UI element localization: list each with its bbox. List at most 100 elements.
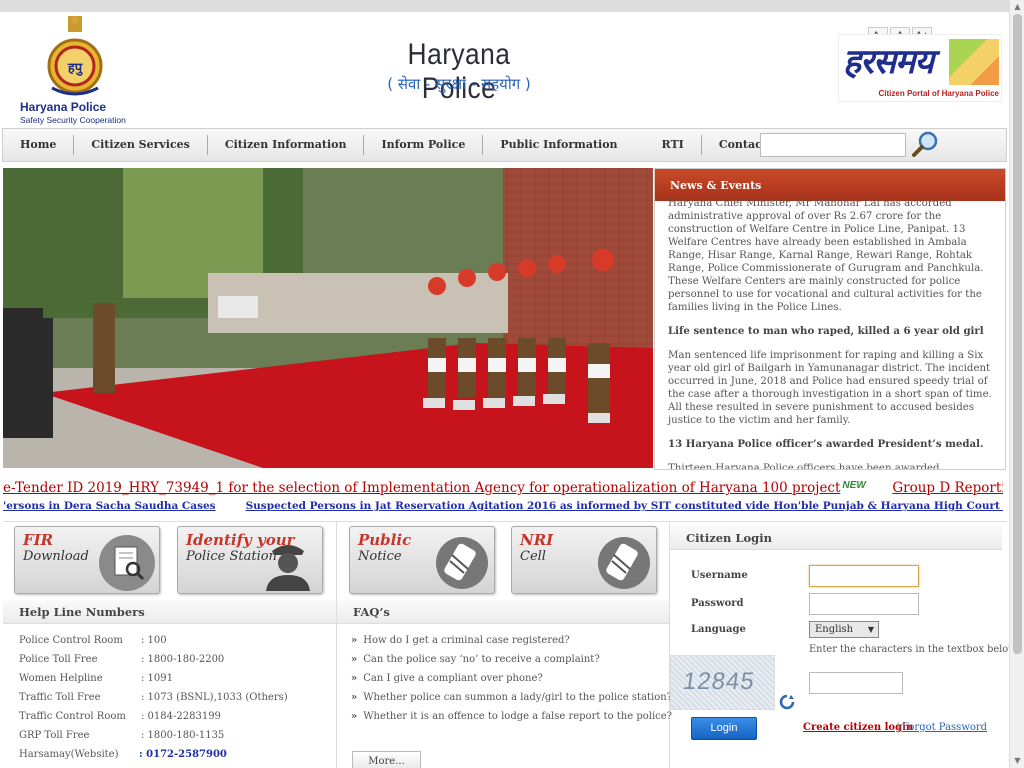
- captcha-hint: Enter the characters in the textbox belo…: [809, 644, 1017, 655]
- double-chevron-icon: »: [351, 654, 358, 665]
- link-separator: |: [897, 722, 901, 733]
- dera-sacha-saudha-link[interactable]: 'ersons in Dera Sacha Saudha Cases: [3, 500, 216, 512]
- faq-item[interactable]: » Whether it is an offence to lodge a fal…: [351, 711, 672, 722]
- scroll-down-icon[interactable]: ▼: [1013, 756, 1022, 766]
- public-notice-tile[interactable]: Public Notice: [349, 526, 495, 594]
- search-input[interactable]: [760, 133, 906, 157]
- search-icon[interactable]: [910, 130, 940, 158]
- login-button[interactable]: Login: [691, 717, 757, 740]
- scrollbar-thumb[interactable]: [1013, 14, 1022, 654]
- helpline-label: Women Helpline: [19, 673, 103, 684]
- harsamay-graphic: [949, 39, 999, 85]
- lower-section: FIR Download Identify your Police Statio…: [3, 521, 1017, 768]
- username-label: Username: [691, 570, 748, 581]
- nav-public-information[interactable]: Public Information: [483, 135, 639, 155]
- refresh-icon[interactable]: [779, 694, 795, 710]
- faq-more-button[interactable]: More...: [352, 751, 421, 768]
- main-nav: Home Citizen Services Citizen Informatio…: [2, 128, 1007, 162]
- harsamay-title: हरसमय: [843, 42, 934, 82]
- helpline-row: Harsamay(Website) : 0172-2587900: [19, 749, 227, 760]
- group-d-reporting-link[interactable]: Group D Reporting: [892, 480, 1003, 496]
- tile-subtitle: Download: [23, 549, 89, 564]
- captcha-input[interactable]: [809, 672, 903, 694]
- faq-item[interactable]: » Can I give a compliant over phone?: [351, 673, 543, 684]
- faq-heading: FAQ’s: [337, 600, 669, 624]
- faq-item[interactable]: » Can the police say ‘no’ to receive a co…: [351, 654, 600, 665]
- helpline-row: Traffic Control Room : 0184-2283199: [19, 711, 221, 722]
- scroll-up-icon[interactable]: ▲: [1013, 2, 1022, 12]
- guard-of-honour-photo: [3, 168, 653, 468]
- helpline-label: Harsamay(Website): [19, 749, 119, 760]
- captcha-image: 12845: [670, 655, 775, 710]
- harsamay-subtitle: Citizen Portal of Haryana Police: [878, 89, 999, 98]
- nav-citizen-information[interactable]: Citizen Information: [208, 135, 365, 155]
- notice-marquee: 'ersons in Dera Sacha Saudha Cases Suspec…: [3, 500, 1003, 514]
- language-label: Language: [691, 624, 746, 635]
- scroll-nri-icon: [598, 537, 650, 589]
- faq-question[interactable]: How do I get a criminal case registered?: [363, 635, 570, 646]
- faq-question[interactable]: Can I give a compliant over phone?: [363, 673, 542, 684]
- helpline-row: GRP Toll Free: 1800-180-1135: [19, 730, 224, 741]
- double-chevron-icon: »: [351, 673, 358, 684]
- harsamay-portal-banner[interactable]: हरसमय Citizen Portal of Haryana Police: [838, 34, 1002, 102]
- police-emblem-icon: हपु: [47, 16, 103, 96]
- nav-citizen-services[interactable]: Citizen Services: [74, 135, 208, 155]
- tile-subtitle: Cell: [520, 549, 546, 564]
- document-search-icon: [99, 535, 155, 591]
- tile-subtitle: Notice: [358, 549, 402, 564]
- site-motto: ( सेवा - सुरक्षा - सहयोग ): [387, 75, 531, 93]
- browser-top-strip: [0, 0, 1024, 12]
- news-events-panel[interactable]: News & Events Haryana Chief Minister, Mr…: [654, 168, 1006, 470]
- captcha-text: 12845: [681, 668, 757, 695]
- page-scrollbar[interactable]: ▲ ▼: [1009, 0, 1024, 768]
- nri-cell-tile[interactable]: NRI Cell: [511, 526, 657, 594]
- news-item-body: Man sentenced life imprisonment for rapi…: [668, 350, 992, 426]
- faq-item[interactable]: » Whether police can summon a lady/girl t…: [351, 692, 672, 703]
- helpline-value: : 0184-2283199: [141, 711, 221, 722]
- harsamay-phone-link[interactable]: : 0172-2587900: [139, 749, 227, 760]
- double-chevron-icon: »: [351, 635, 358, 646]
- username-field[interactable]: [809, 565, 919, 587]
- faq-question[interactable]: Whether it is an offence to lodge a fals…: [363, 711, 672, 722]
- double-chevron-icon: »: [351, 711, 358, 722]
- helpline-row: Traffic Toll Free : 1073 (BSNL),1033 (Oth…: [19, 692, 288, 703]
- password-label: Password: [691, 598, 744, 609]
- helpline-label: Traffic Toll Free: [19, 692, 101, 703]
- news-scroller: Haryana Chief Minister, Mr Manohar Lal h…: [655, 197, 1005, 469]
- helpline-label: Traffic Control Room: [19, 711, 126, 722]
- nav-rti[interactable]: RTI: [640, 135, 702, 155]
- news-item-title[interactable]: 13 Haryana Police officer’s awarded Pres…: [668, 438, 995, 451]
- nav-home[interactable]: Home: [3, 135, 75, 155]
- language-select[interactable]: English ▼: [809, 621, 879, 638]
- logo-name: Haryana Police: [20, 100, 107, 114]
- jat-reservation-link[interactable]: Suspected Persons in Jat Reservation Agi…: [246, 500, 1003, 512]
- haryana-police-logo[interactable]: हपु Haryana Police Safety Security Coope…: [20, 14, 135, 126]
- site-header: हपु Haryana Police Safety Security Coope…: [2, 12, 1007, 128]
- page: हपु Haryana Police Safety Security Coope…: [0, 0, 1024, 768]
- etender-link[interactable]: e-Tender ID 2019_HRY_73949_1 for the sel…: [3, 480, 840, 496]
- news-item-body: Haryana Chief Minister, Mr Manohar Lal h…: [668, 198, 984, 313]
- helpline-label: Police Control Room: [19, 635, 123, 646]
- helpline-value: : 1800-180-1135: [141, 730, 225, 741]
- site-title: Haryana Police: [407, 38, 511, 105]
- helpline-heading: Help Line Numbers: [3, 600, 336, 624]
- password-field[interactable]: [809, 593, 919, 615]
- nav-inform-police[interactable]: Inform Police: [364, 135, 484, 155]
- double-chevron-icon: »: [351, 692, 358, 703]
- helpline-row: Police Toll Free: 1800-180-2200: [19, 654, 224, 665]
- helpline-row: Police Control Room : 100: [19, 635, 167, 646]
- faq-question[interactable]: Can the police say ‘no’ to receive a com…: [363, 654, 599, 665]
- forgot-password-link[interactable]: Forgot Password: [902, 722, 987, 733]
- helpline-value: : 1091: [141, 673, 173, 684]
- news-item-title[interactable]: Life sentence to man who raped, killed a…: [668, 325, 995, 338]
- police-officer-icon: [266, 545, 310, 591]
- scroll-notice-icon: [436, 537, 488, 589]
- column-divider: [669, 522, 670, 768]
- faq-question[interactable]: Whether police can summon a lady/girl to…: [363, 692, 672, 703]
- helpline-value: : 100: [141, 635, 167, 646]
- helpline-value: : 1073 (BSNL),1033 (Others): [141, 692, 288, 703]
- tile-title: Public: [358, 531, 412, 549]
- faq-item[interactable]: » How do I get a criminal case registered…: [351, 635, 570, 646]
- fir-download-tile[interactable]: FIR Download: [14, 526, 160, 594]
- identify-police-station-tile[interactable]: Identify your Police Station: [177, 526, 323, 594]
